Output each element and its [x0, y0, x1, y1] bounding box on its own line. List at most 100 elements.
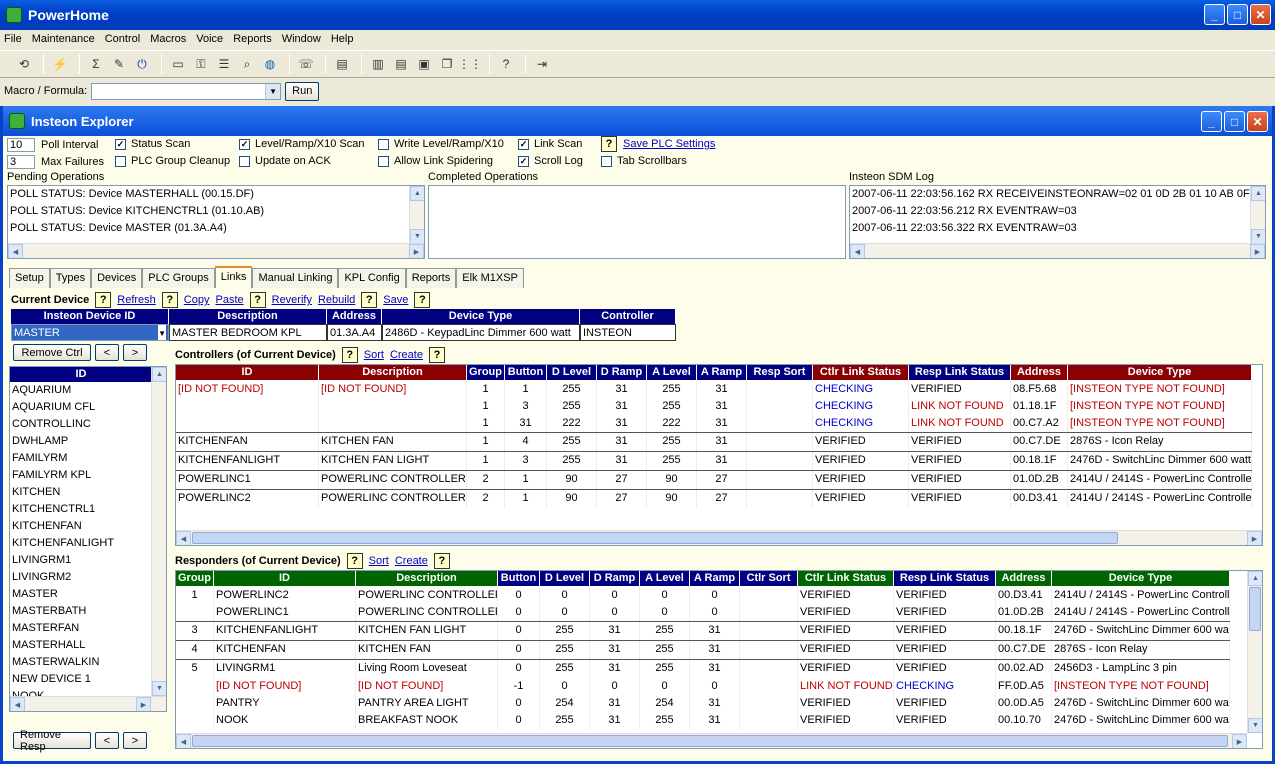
horizontal-scrollbar[interactable]: ◀ ▶: [176, 530, 1262, 545]
minimize-button[interactable]: _: [1204, 4, 1225, 25]
responders-create-link[interactable]: Create: [395, 555, 428, 567]
column-header[interactable]: Button: [498, 571, 540, 586]
horizontal-scrollbar[interactable]: ◀ ▶: [850, 243, 1265, 258]
close-button[interactable]: ✕: [1250, 4, 1271, 25]
plc-group-cleanup-checkbox[interactable]: [115, 155, 126, 167]
help-icon[interactable]: ?: [496, 54, 516, 74]
list-item[interactable]: MASTERWALKIN: [10, 654, 166, 671]
reverify-link[interactable]: Reverify: [272, 294, 312, 306]
column-header[interactable]: Address: [1011, 365, 1068, 380]
column-header[interactable]: Ctlr Link Status: [813, 365, 909, 380]
explorer-minimize-button[interactable]: _: [1201, 111, 1222, 132]
menu-macros[interactable]: Macros: [150, 33, 186, 45]
tab-manual-linking[interactable]: Manual Linking: [252, 268, 339, 288]
column-header[interactable]: Group: [176, 571, 214, 586]
pencil-icon[interactable]: ✎: [109, 54, 129, 74]
column-header[interactable]: Device Type: [1052, 571, 1230, 586]
save-plc-settings-link[interactable]: Save PLC Settings: [623, 138, 715, 150]
menu-maintenance[interactable]: Maintenance: [32, 33, 95, 45]
tab-devices[interactable]: Devices: [91, 268, 143, 288]
controllers-help-icon[interactable]: ?: [341, 347, 358, 363]
maximize-button[interactable]: □: [1227, 4, 1248, 25]
completed-operations-list[interactable]: [428, 185, 846, 259]
folder-icon[interactable]: ▭: [168, 54, 188, 74]
menu-reports[interactable]: Reports: [233, 33, 272, 45]
vertical-scrollbar[interactable]: ▲ ▼: [1247, 571, 1262, 733]
document-icon[interactable]: ▤: [332, 54, 352, 74]
list-item[interactable]: MASTERFAN: [10, 620, 166, 637]
sdm-log-list[interactable]: 2007-06-11 22:03:56.162 RX RECEIVEINSTEO…: [849, 185, 1266, 259]
next-resp-button[interactable]: >: [123, 732, 147, 749]
horizontal-scrollbar[interactable]: ◀ ▶: [176, 733, 1247, 748]
prev-resp-button[interactable]: <: [95, 732, 119, 749]
vertical-scrollbar[interactable]: ▲ ▼: [409, 186, 424, 244]
device-address[interactable]: 01.3A.A4: [327, 324, 382, 341]
menu-control[interactable]: Control: [105, 33, 140, 45]
current-device-help-icon[interactable]: ?: [95, 292, 112, 308]
list-item[interactable]: AQUARIUM CFL: [10, 399, 166, 416]
table-row[interactable]: NOOK BREAKFAST NOOK 0 255 31 255 31 VERIFIED VER…: [176, 712, 1230, 729]
phone-icon[interactable]: ☏: [296, 54, 316, 74]
column-header[interactable]: ID: [176, 365, 319, 380]
column-header[interactable]: D Level: [547, 365, 597, 380]
write-level-checkbox[interactable]: [378, 138, 389, 150]
table-row[interactable]: 1 POWERLINC2 POWERLINC CONTROLLER 0 0 0 0 0 VERI…: [176, 587, 1230, 604]
list-item[interactable]: MASTER: [10, 586, 166, 603]
explorer-close-button[interactable]: ✕: [1247, 111, 1268, 132]
formula-icon[interactable]: Σ: [86, 54, 106, 74]
list-item[interactable]: FAMILYRM KPL: [10, 467, 166, 484]
column-header[interactable]: D Ramp: [597, 365, 647, 380]
table-row[interactable]: 1 3 255 31 255 31 CHECKING LINK NOT FOUND 01.18.…: [176, 398, 1252, 415]
chevron-down-icon[interactable]: ▼: [265, 83, 281, 99]
responders-create-help-icon[interactable]: ?: [433, 553, 450, 569]
list-item[interactable]: LIVINGRM2: [10, 569, 166, 586]
tab-setup[interactable]: Setup: [9, 268, 50, 288]
list-item[interactable]: AQUARIUM: [10, 382, 166, 399]
vertical-scrollbar[interactable]: ▲ ▼: [1250, 186, 1265, 244]
list-item[interactable]: KITCHEN: [10, 484, 166, 501]
column-header[interactable]: Description: [356, 571, 498, 586]
globe-icon[interactable]: ◍: [260, 54, 280, 74]
refresh-help-icon[interactable]: ?: [161, 292, 178, 308]
menu-window[interactable]: Window: [282, 33, 321, 45]
horizontal-scrollbar[interactable]: ◀ ▶: [8, 243, 424, 258]
refresh-icon[interactable]: ⟲: [14, 54, 34, 74]
copy-link[interactable]: Copy: [184, 294, 210, 306]
window-icon[interactable]: ▣: [414, 54, 434, 74]
responders-grid[interactable]: Group ID Description Button D Level D Ramp A L…: [175, 570, 1263, 749]
rebuild-help-icon[interactable]: ?: [361, 292, 378, 308]
refresh-link[interactable]: Refresh: [117, 294, 156, 306]
column-header[interactable]: Device Type: [1068, 365, 1252, 380]
save-link[interactable]: Save: [383, 294, 408, 306]
device-controller[interactable]: INSTEON: [580, 324, 676, 341]
list-item[interactable]: LIVINGRM1: [10, 552, 166, 569]
update-on-ack-checkbox[interactable]: [239, 155, 250, 167]
table-row[interactable]: 3 KITCHENFANLIGHT KITCHEN FAN LIGHT 0 255 31 2…: [176, 621, 1230, 640]
scroll-log-checkbox[interactable]: ✓: [518, 155, 529, 167]
table-row[interactable]: POWERLINC1 POWERLINC CONTROLLER 2 1 90 27 90 27…: [176, 470, 1252, 489]
column-header[interactable]: Button: [505, 365, 547, 380]
poll-interval-input[interactable]: 10: [7, 138, 35, 152]
list-item[interactable]: NEW DEVICE 1: [10, 671, 166, 688]
list-item[interactable]: MASTERBATH: [10, 603, 166, 620]
table-row[interactable]: [ID NOT FOUND] [ID NOT FOUND] -1 0 0 0 0 LINK N…: [176, 678, 1230, 695]
paste-help-icon[interactable]: ?: [249, 292, 266, 308]
controllers-grid[interactable]: ID Description Group Button D Level D Ramp A L…: [175, 364, 1263, 546]
vertical-scrollbar[interactable]: ▲ ▼: [151, 367, 166, 711]
column-header[interactable]: A Level: [647, 365, 697, 380]
tile-vertical-icon[interactable]: ▥: [368, 54, 388, 74]
horizontal-scrollbar[interactable]: ◀ ▶: [10, 696, 166, 711]
column-header[interactable]: Resp Link Status: [909, 365, 1011, 380]
list-item[interactable]: KITCHENFANLIGHT: [10, 535, 166, 552]
table-row[interactable]: POWERLINC2 POWERLINC CONTROLLER 2 1 90 27 90 27…: [176, 489, 1252, 508]
arrange-icon[interactable]: ⋮⋮: [458, 54, 482, 74]
list-item[interactable]: FAMILYRM: [10, 450, 166, 467]
column-header[interactable]: Ctlr Sort: [740, 571, 798, 586]
search-icon[interactable]: ⌕: [237, 54, 257, 74]
rebuild-link[interactable]: Rebuild: [318, 294, 355, 306]
column-header[interactable]: A Ramp: [697, 365, 747, 380]
table-row[interactable]: 4 KITCHENFAN KITCHEN FAN 0 255 31 255 31 VERIFIE…: [176, 640, 1230, 659]
controllers-create-help-icon[interactable]: ?: [428, 347, 445, 363]
list-item[interactable]: KITCHENCTRL1: [10, 501, 166, 518]
tab-elk-m1xsp[interactable]: Elk M1XSP: [456, 268, 524, 288]
